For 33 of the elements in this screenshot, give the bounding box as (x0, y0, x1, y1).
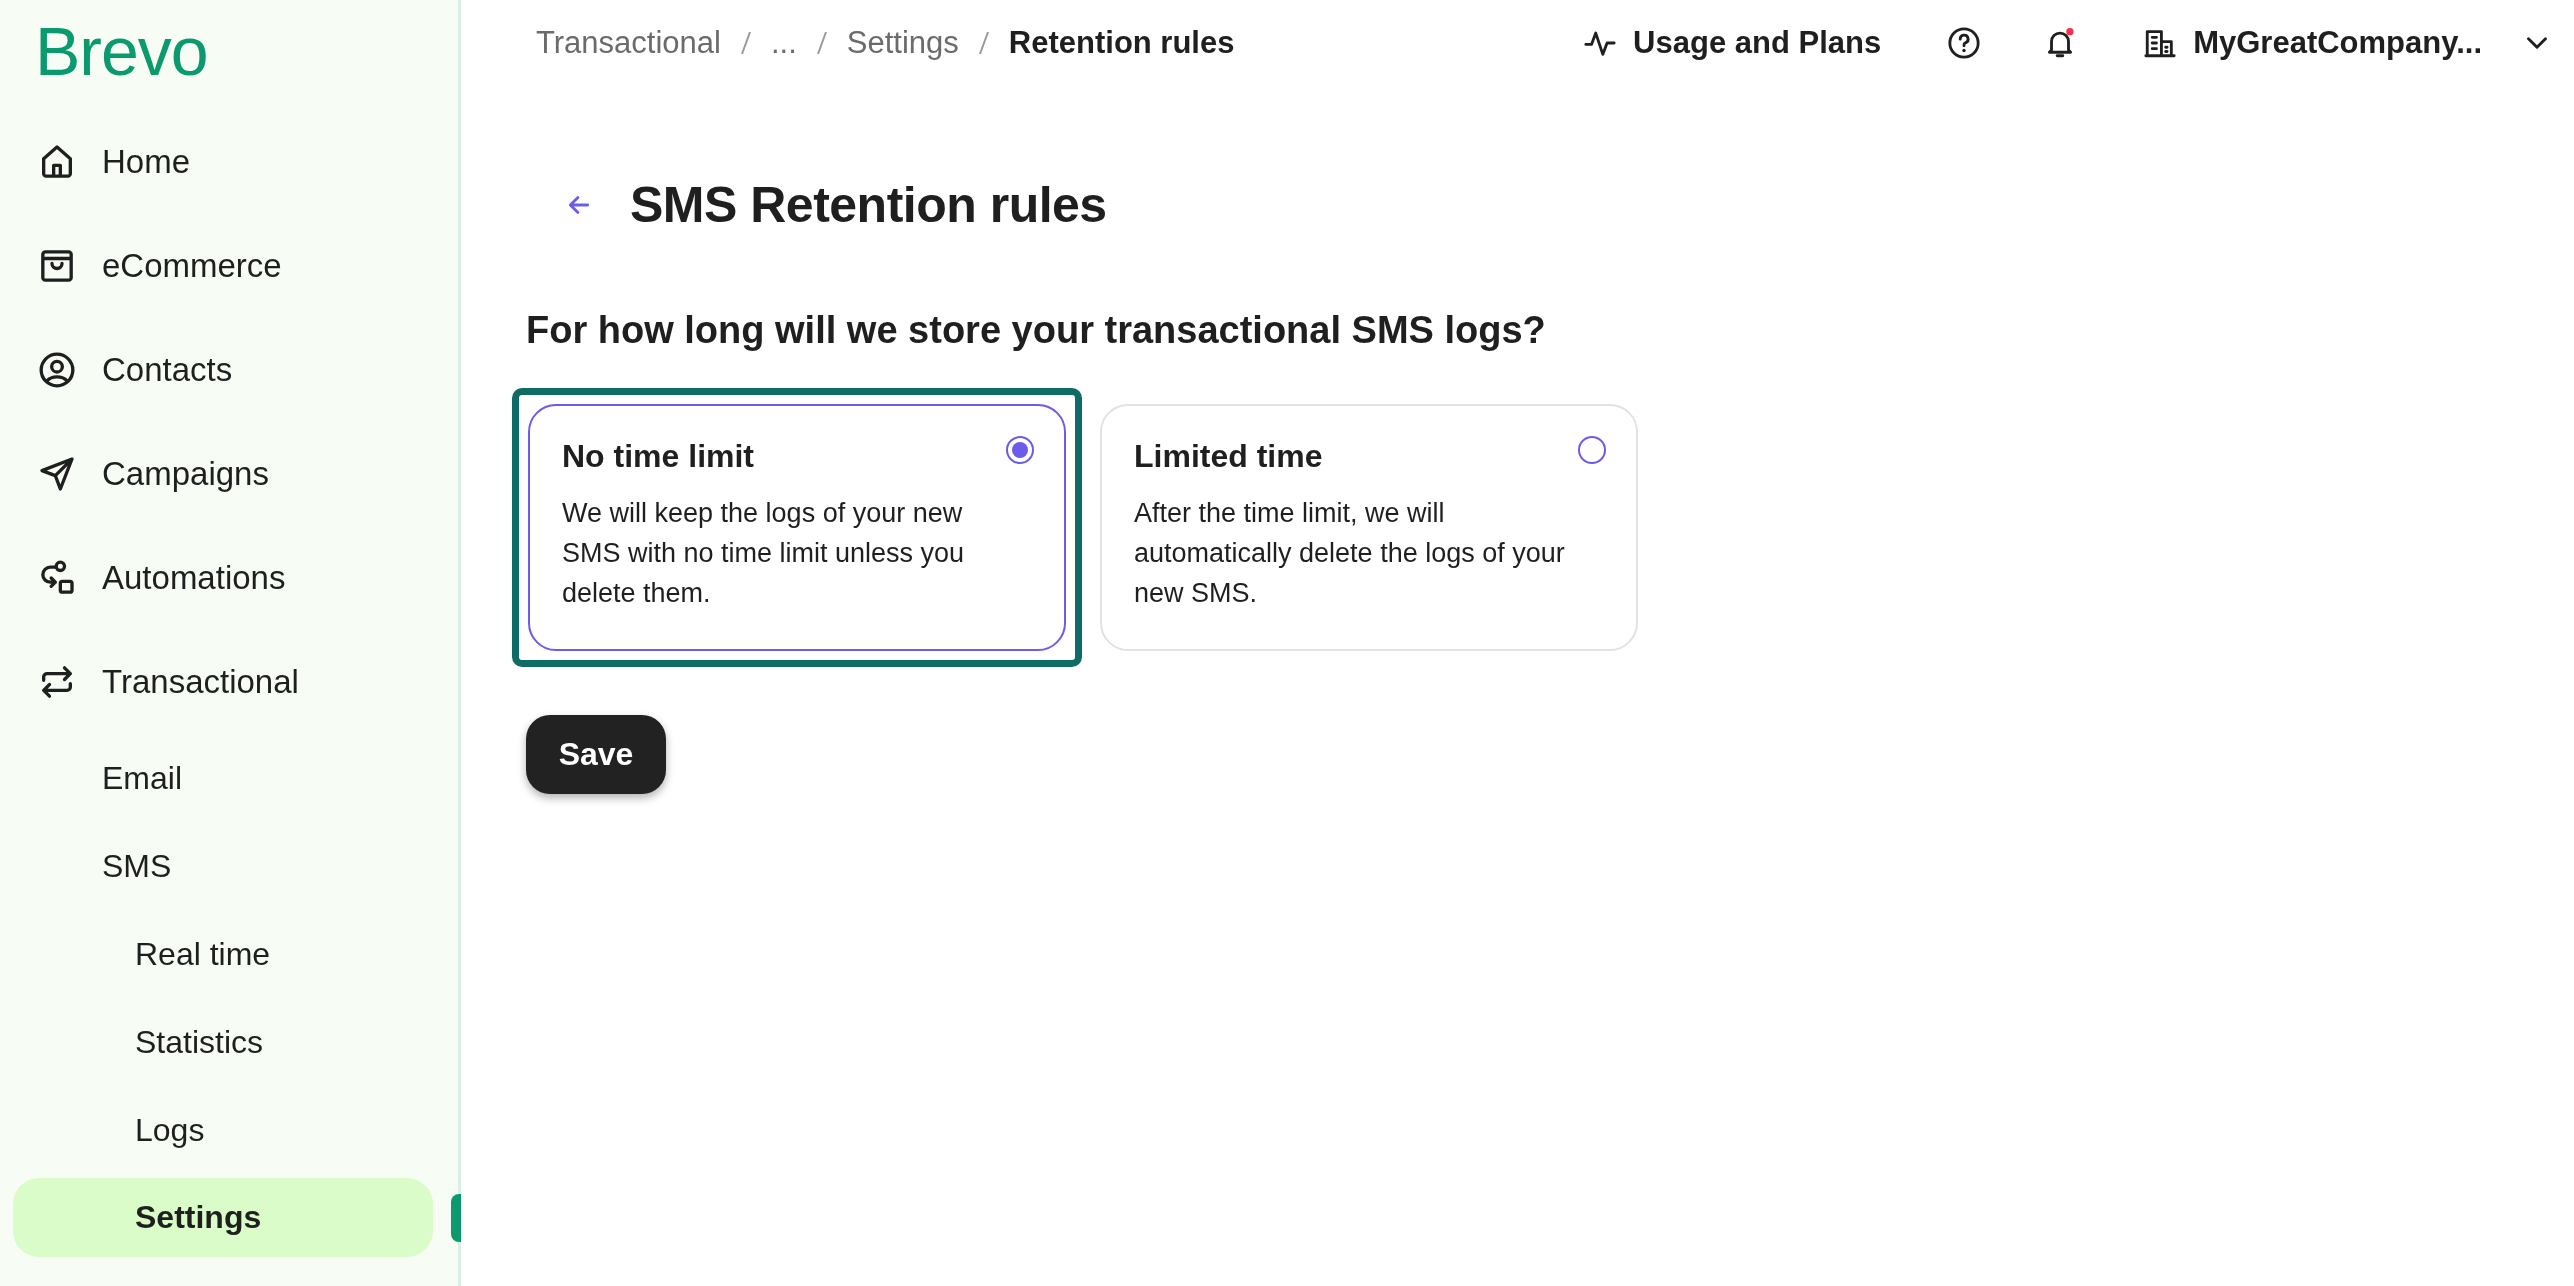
sidebar-item[interactable]: Logs (13, 1086, 433, 1174)
sidebar-item[interactable]: Settings (13, 1178, 433, 1257)
usage-and-plans-button[interactable]: Usage and Plans (1583, 25, 1882, 61)
sidebar-item[interactable]: Home (13, 110, 433, 214)
sidebar-item[interactable]: Contacts (13, 318, 433, 422)
save-button[interactable]: Save (526, 715, 666, 794)
sidebar-item[interactable]: SMS (13, 822, 433, 910)
option-title: No time limit (562, 438, 754, 475)
breadcrumb-link[interactable]: Transactional (536, 25, 721, 61)
page-title: SMS Retention rules (630, 176, 1107, 234)
breadcrumb-link[interactable]: Retention rules (1008, 25, 1235, 61)
account-menu[interactable]: MyGreatCompany... (2143, 25, 2554, 61)
option-description: After the time limit, we will automatically delete the logs of your new SMS. (1134, 497, 1566, 610)
option-description: We will keep the logs of your new SMS with no time limit unless you delete them. (562, 497, 966, 610)
sidebar-item[interactable]: Statistics (13, 998, 433, 1086)
option-card[interactable]: Limited time After the time limit, we will automatically delete the logs of your new SMS. (1100, 404, 1638, 651)
question-heading: For how long will we store your transactional SMS logs? (526, 309, 1547, 352)
contact-icon (37, 350, 77, 390)
option-card[interactable]: No time limit We will keep the logs of your new SMS with no time limit unless you delete them. (528, 404, 1066, 651)
help-icon[interactable] (1947, 26, 1982, 60)
sidebar-item[interactable]: Automations (13, 526, 433, 630)
brevo-logo[interactable]: Brevo (35, 17, 208, 85)
sidebar-item[interactable]: Email (13, 734, 433, 822)
send-icon (37, 454, 77, 494)
breadcrumb-link[interactable]: ... (770, 25, 797, 61)
option-title: Limited time (1134, 438, 1323, 475)
sidebar-item[interactable]: Campaigns (13, 422, 433, 526)
radio-button[interactable] (1578, 436, 1606, 464)
radio-button[interactable] (1006, 436, 1034, 464)
breadcrumb-link[interactable]: Settings (846, 25, 959, 61)
sidebar-item[interactable]: Real time (13, 910, 433, 998)
sidebar-item[interactable]: eCommerce (13, 214, 433, 318)
sidebar-item[interactable]: Transactional (13, 630, 433, 734)
